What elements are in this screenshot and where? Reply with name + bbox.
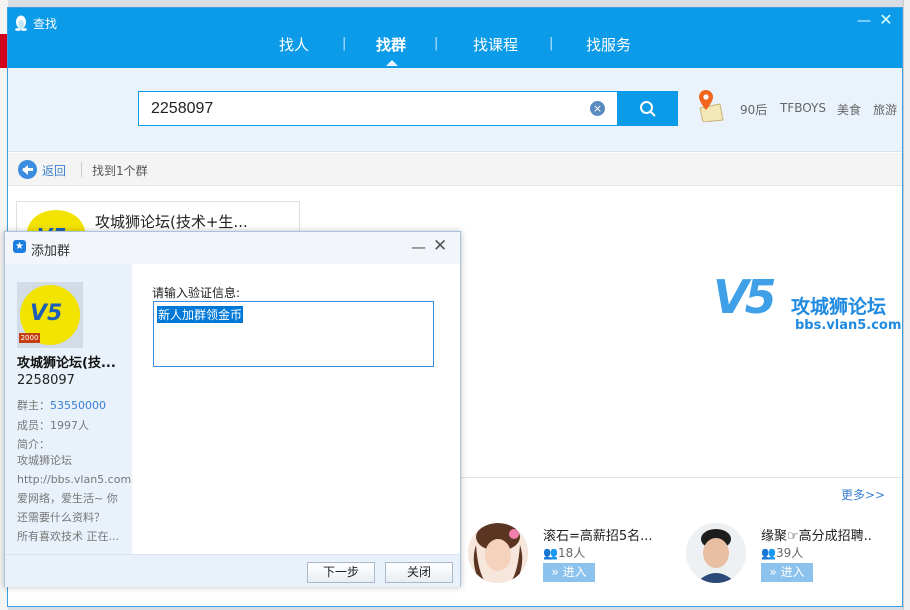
group-id: 2258097 (17, 373, 75, 388)
brand-logo: V5 攻城狮论坛 bbs.vlan5.com (713, 270, 902, 340)
clear-icon[interactable]: × (590, 101, 605, 116)
hot-tag[interactable]: 美食 (837, 101, 861, 118)
people-icon: 👥 (543, 546, 558, 560)
group-description: 攻城狮论坛 http://bbs.vlan5.com 爱网络，爱生活~ 你 还需… (17, 454, 132, 543)
back-link[interactable]: 返回 (42, 162, 66, 179)
nav-separator: | (342, 36, 347, 51)
tab-find-services[interactable]: 找服务 (586, 34, 631, 55)
member-count: 👥18人 (543, 546, 586, 560)
search-box: × (138, 91, 618, 126)
close-icon[interactable]: ✕ (878, 12, 894, 28)
window-title: 查找 (33, 17, 58, 31)
group-owner: 群主：53550000 (17, 399, 106, 412)
group-members: 成员：1997人 (17, 419, 89, 432)
group-avatar[interactable] (468, 523, 528, 583)
result-toolbar: 返回 找到1个群 (8, 153, 902, 186)
member-count: 👥39人 (761, 546, 804, 560)
divider (81, 162, 82, 177)
group-name[interactable]: 攻城狮论坛(技术+生... (95, 211, 248, 232)
group-name: 攻城狮论坛(技... (17, 356, 116, 371)
nav-tabs: 找人 | 找群 | 找课程 | 找服务 (8, 34, 902, 66)
dialog-footer: 下一步 关闭 (5, 554, 460, 587)
nav-separator: | (549, 36, 554, 51)
intro-label: 简介： (17, 438, 50, 451)
dialog-title: 添加群 (31, 244, 71, 259)
group-info-panel: 2000 攻城狮论坛(技... 2258097 群主：53550000 成员：1… (5, 264, 132, 554)
verify-message-input[interactable]: 新人加群领金币 (153, 301, 434, 367)
title-bar: 查找 — ✕ 找人 | 找群 | 找课程 | 找服务 (8, 8, 902, 68)
minimize-icon[interactable]: — (856, 14, 872, 30)
people-icon: 👥 (761, 546, 776, 560)
recommend-item: 缘聚☞高分成招聘.. 👥39人 » 进入 (686, 523, 902, 583)
tab-find-groups[interactable]: 找群 (376, 34, 406, 55)
next-button[interactable]: 下一步 (307, 562, 375, 583)
tab-find-courses[interactable]: 找课程 (473, 34, 518, 55)
qq-penguin-icon (15, 15, 27, 31)
nav-separator: | (434, 36, 439, 51)
back-arrow-icon[interactable] (18, 160, 37, 179)
brand-url: bbs.vlan5.com (795, 318, 902, 333)
close-icon[interactable]: ✕ (433, 236, 447, 256)
active-tab-indicator (386, 60, 398, 66)
result-count: 找到1个群 (92, 164, 148, 178)
search-icon (640, 101, 656, 117)
member-limit-badge: 2000 (19, 333, 40, 343)
recommend-group-name[interactable]: 滚石=高薪招5名... (543, 525, 653, 544)
join-button[interactable]: » 进入 (543, 563, 595, 582)
dialog-title-bar: ★ 添加群 — ✕ (5, 232, 460, 264)
hot-tag[interactable]: 旅游 (873, 101, 897, 118)
close-button[interactable]: 关闭 (385, 562, 453, 583)
join-button[interactable]: » 进入 (761, 563, 813, 582)
recommend-item: 滚石=高薪招5名... 👥18人 » 进入 (468, 523, 688, 583)
verify-prompt: 请输入验证信息: (152, 286, 241, 300)
minimize-icon[interactable]: — (411, 238, 426, 256)
group-avatar[interactable] (686, 523, 746, 583)
tab-find-people[interactable]: 找人 (279, 34, 309, 55)
brand-mark: V5 (713, 270, 777, 324)
search-button[interactable] (618, 91, 678, 126)
more-link[interactable]: 更多>> (841, 486, 885, 503)
brand-name: 攻城狮论坛 (791, 296, 887, 318)
search-area: × 90后 TFBOYS 美食 旅游 (8, 68, 902, 152)
avatar-photo (468, 523, 528, 583)
search-input[interactable] (151, 98, 571, 120)
owner-id-link[interactable]: 53550000 (50, 399, 106, 412)
qq-star-icon: ★ (13, 240, 26, 253)
avatar-photo (686, 523, 746, 583)
verify-message-text: 新人加群领金币 (157, 306, 244, 323)
recommend-group-name[interactable]: 缘聚☞高分成招聘.. (761, 525, 872, 544)
add-group-dialog: ★ 添加群 — ✕ 2000 攻城狮论坛(技... 2258097 群主：535… (4, 231, 461, 587)
desktop-background-right (903, 0, 910, 610)
hot-tag[interactable]: TFBOYS (780, 101, 826, 115)
divider (461, 477, 902, 478)
hot-tag[interactable]: 90后 (740, 101, 767, 118)
location-map-icon[interactable] (696, 88, 724, 122)
